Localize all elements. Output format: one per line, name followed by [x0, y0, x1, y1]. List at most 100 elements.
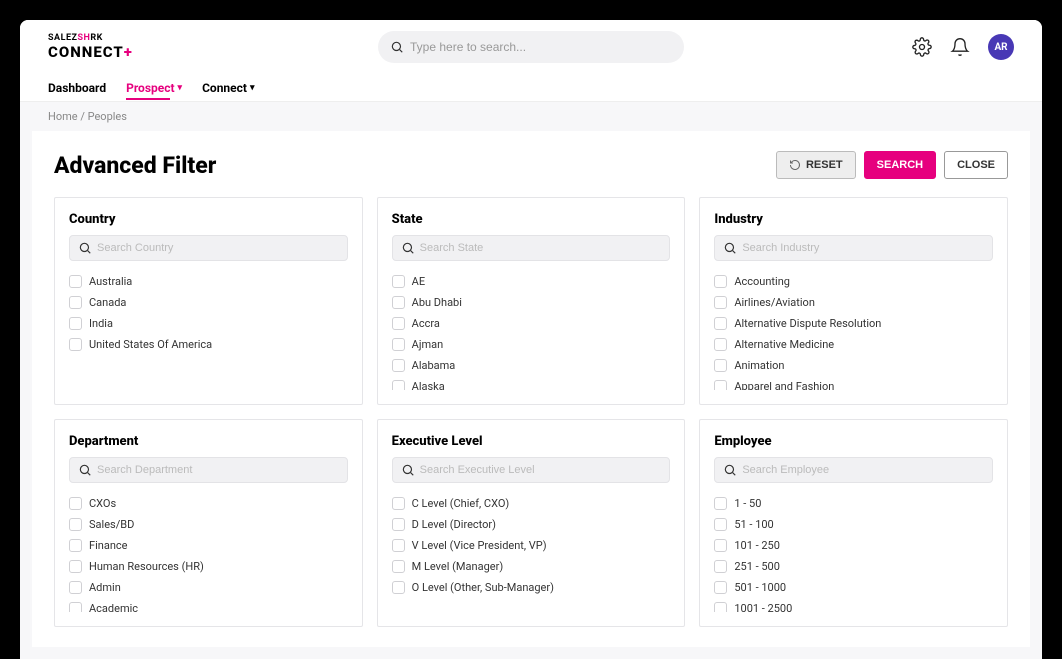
list-item[interactable]: 1001 - 2500	[714, 598, 993, 612]
checkbox[interactable]	[392, 539, 405, 552]
nav-prospect[interactable]: Prospect ▾	[126, 81, 182, 95]
list-item[interactable]: Animation	[714, 355, 993, 376]
list-item[interactable]: Finance	[69, 535, 348, 556]
list-item[interactable]: AE	[392, 271, 671, 292]
filter-card-state: State AEAbu DhabiAccraAjmanAlabamaAlaska…	[377, 197, 686, 405]
nav-connect-label: Connect	[202, 81, 247, 95]
list-item[interactable]: CXOs	[69, 493, 348, 514]
list-item[interactable]: 51 - 100	[714, 514, 993, 535]
country-search-input[interactable]	[97, 242, 339, 254]
breadcrumb-home[interactable]: Home	[48, 110, 78, 123]
checkbox[interactable]	[69, 518, 82, 531]
list-item[interactable]: Alabama	[392, 355, 671, 376]
checkbox[interactable]	[69, 560, 82, 573]
search-button[interactable]: SEARCH	[864, 151, 936, 179]
list-item[interactable]: Abu Dhabi	[392, 292, 671, 313]
checkbox[interactable]	[69, 539, 82, 552]
checkbox[interactable]	[714, 275, 727, 288]
global-search[interactable]	[378, 31, 684, 63]
card-search[interactable]	[69, 235, 348, 261]
checkbox[interactable]	[714, 317, 727, 330]
state-search-input[interactable]	[420, 242, 662, 254]
list-item[interactable]: V Level (Vice President, VP)	[392, 535, 671, 556]
list-item[interactable]: 501 - 1000	[714, 577, 993, 598]
list-item[interactable]: D Level (Director)	[392, 514, 671, 535]
list-item-label: Alternative Dispute Resolution	[734, 317, 881, 330]
search-icon	[723, 241, 737, 255]
list-item[interactable]: Admin	[69, 577, 348, 598]
list-item[interactable]: 101 - 250	[714, 535, 993, 556]
checkbox[interactable]	[69, 317, 82, 330]
list-item[interactable]: Ajman	[392, 334, 671, 355]
gear-icon[interactable]	[912, 37, 932, 57]
checkbox[interactable]	[392, 497, 405, 510]
checkbox[interactable]	[392, 518, 405, 531]
checkbox[interactable]	[714, 497, 727, 510]
checkbox[interactable]	[714, 359, 727, 372]
list-item[interactable]: Human Resources (HR)	[69, 556, 348, 577]
checkbox[interactable]	[69, 275, 82, 288]
list-item-label: C Level (Chief, CXO)	[412, 497, 510, 510]
checkbox[interactable]	[69, 602, 82, 612]
checkbox[interactable]	[714, 380, 727, 390]
checkbox[interactable]	[714, 539, 727, 552]
list-item-label: 1 - 50	[734, 497, 761, 510]
list-item[interactable]: Alternative Medicine	[714, 334, 993, 355]
list-item[interactable]: M Level (Manager)	[392, 556, 671, 577]
logo[interactable]: SALEZSHRK CONNECT+	[48, 34, 133, 60]
checkbox[interactable]	[714, 602, 727, 612]
department-search-input[interactable]	[97, 464, 339, 476]
list-item[interactable]: Academic	[69, 598, 348, 612]
list-item[interactable]: Airlines/Aviation	[714, 292, 993, 313]
industry-search-input[interactable]	[742, 242, 984, 254]
list-item[interactable]: 251 - 500	[714, 556, 993, 577]
avatar[interactable]: AR	[988, 34, 1014, 60]
card-search[interactable]	[69, 457, 348, 483]
global-search-input[interactable]	[410, 40, 672, 54]
checkbox[interactable]	[714, 338, 727, 351]
close-button[interactable]: CLOSE	[944, 151, 1008, 179]
card-search[interactable]	[714, 457, 993, 483]
checkbox[interactable]	[69, 296, 82, 309]
list-item[interactable]: Apparel and Fashion	[714, 376, 993, 390]
checkbox[interactable]	[392, 296, 405, 309]
list-item-label: Admin	[89, 581, 121, 594]
checkbox[interactable]	[392, 380, 405, 390]
checkbox[interactable]	[69, 497, 82, 510]
list-item[interactable]: India	[69, 313, 348, 334]
list-item[interactable]: Sales/BD	[69, 514, 348, 535]
checkbox[interactable]	[392, 317, 405, 330]
filter-card-country: Country AustraliaCanadaIndiaUnited State…	[54, 197, 363, 405]
checkbox[interactable]	[392, 560, 405, 573]
list-item[interactable]: O Level (Other, Sub-Manager)	[392, 577, 671, 598]
list-item[interactable]: Canada	[69, 292, 348, 313]
list-item[interactable]: C Level (Chief, CXO)	[392, 493, 671, 514]
card-search[interactable]	[714, 235, 993, 261]
list-item[interactable]: Alaska	[392, 376, 671, 390]
checkbox[interactable]	[392, 338, 405, 351]
executive-search-input[interactable]	[420, 464, 662, 476]
checkbox[interactable]	[714, 296, 727, 309]
card-search[interactable]	[392, 235, 671, 261]
employee-search-input[interactable]	[742, 464, 984, 476]
list-item[interactable]: Accra	[392, 313, 671, 334]
nav-connect[interactable]: Connect ▾	[202, 81, 254, 95]
checkbox[interactable]	[69, 581, 82, 594]
checkbox[interactable]	[69, 338, 82, 351]
list-item[interactable]: 1 - 50	[714, 493, 993, 514]
checkbox[interactable]	[392, 581, 405, 594]
checkbox[interactable]	[392, 359, 405, 372]
list-item[interactable]: United States Of America	[69, 334, 348, 355]
nav-dashboard[interactable]: Dashboard	[48, 81, 106, 95]
list-item[interactable]: Alternative Dispute Resolution	[714, 313, 993, 334]
card-search[interactable]	[392, 457, 671, 483]
checkbox[interactable]	[714, 518, 727, 531]
reset-button[interactable]: RESET	[776, 151, 856, 179]
checkbox[interactable]	[392, 275, 405, 288]
list-item[interactable]: Accounting	[714, 271, 993, 292]
checkbox[interactable]	[714, 560, 727, 573]
bell-icon[interactable]	[950, 37, 970, 57]
list-item[interactable]: Australia	[69, 271, 348, 292]
list-item-label: Airlines/Aviation	[734, 296, 815, 309]
checkbox[interactable]	[714, 581, 727, 594]
